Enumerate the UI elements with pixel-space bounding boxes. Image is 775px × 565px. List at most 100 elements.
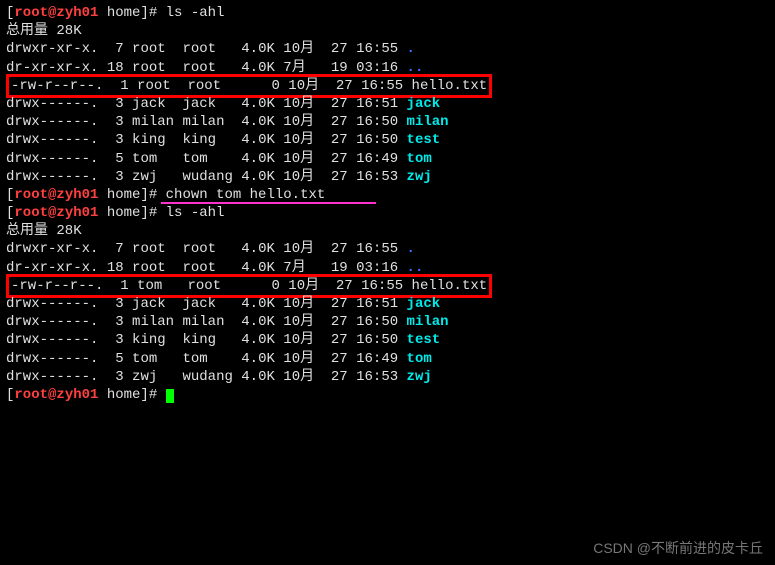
- file-name: jack: [407, 296, 441, 312]
- file-size: 4.0K: [241, 241, 283, 257]
- file-links: 3: [107, 369, 132, 385]
- file-size: 0: [246, 78, 288, 94]
- file-permissions: drwxr-xr-x.: [6, 241, 107, 257]
- file-month: 10月: [283, 241, 331, 257]
- file-owner: tom: [132, 151, 182, 167]
- file-day: 27: [331, 241, 356, 257]
- watermark: CSDN @不断前进的皮卡丘: [593, 539, 763, 557]
- prompt: [root@zyh01 home]#: [6, 205, 166, 221]
- file-time: 16:50: [356, 132, 406, 148]
- file-day: 27: [331, 114, 356, 130]
- file-owner: root: [137, 78, 187, 94]
- command-line: [root@zyh01 home]# ls -ahl: [6, 4, 769, 22]
- terminal[interactable]: [root@zyh01 home]# ls -ahl总用量 28Kdrwxr-x…: [0, 0, 775, 408]
- file-size: 4.0K: [241, 314, 283, 330]
- list-item-highlighted: -rw-r--r--. 1 tom root 0 10月 27 16:55 he…: [6, 277, 769, 295]
- file-name: milan: [407, 114, 449, 130]
- file-group: jack: [182, 96, 241, 112]
- file-time: 16:55: [361, 278, 411, 294]
- file-links: 3: [107, 114, 132, 130]
- file-permissions: drwx------.: [6, 369, 107, 385]
- file-permissions: drwx------.: [6, 151, 107, 167]
- file-owner: king: [132, 132, 182, 148]
- file-group: jack: [182, 296, 241, 312]
- file-time: 16:49: [356, 151, 406, 167]
- file-owner: zwj: [132, 369, 182, 385]
- file-time: 16:53: [356, 369, 406, 385]
- list-item: drwx------. 5 tom tom 4.0K 10月 27 16:49 …: [6, 350, 769, 368]
- file-permissions: drwx------.: [6, 314, 107, 330]
- file-month: 10月: [283, 369, 331, 385]
- file-links: 3: [107, 332, 132, 348]
- file-month: 10月: [283, 41, 331, 57]
- file-permissions: drwx------.: [6, 114, 107, 130]
- file-day: 27: [331, 314, 356, 330]
- file-name: .: [407, 241, 415, 257]
- file-name: hello.txt: [412, 78, 488, 94]
- file-group: root: [187, 278, 246, 294]
- file-size: 4.0K: [241, 132, 283, 148]
- list-item: drwxr-xr-x. 7 root root 4.0K 10月 27 16:5…: [6, 240, 769, 258]
- file-permissions: drwx------.: [6, 96, 107, 112]
- file-permissions: drwx------.: [6, 332, 107, 348]
- list-item: drwx------. 3 king king 4.0K 10月 27 16:5…: [6, 331, 769, 349]
- file-permissions: drwx------.: [6, 296, 107, 312]
- file-month: 10月: [283, 332, 331, 348]
- file-group: milan: [182, 314, 241, 330]
- file-month: 10月: [283, 96, 331, 112]
- file-name: tom: [407, 151, 432, 167]
- file-links: 1: [112, 78, 137, 94]
- file-day: 27: [331, 41, 356, 57]
- command-text: chown tom hello.txt: [166, 187, 326, 203]
- file-owner: root: [132, 241, 182, 257]
- file-group: root: [187, 78, 246, 94]
- file-day: 27: [331, 169, 356, 185]
- file-permissions: -rw-r--r--.: [11, 278, 112, 294]
- file-time: 16:51: [356, 296, 406, 312]
- list-item: drwx------. 3 milan milan 4.0K 10月 27 16…: [6, 113, 769, 131]
- file-owner: tom: [137, 278, 187, 294]
- file-owner: milan: [132, 314, 182, 330]
- file-name: hello.txt: [412, 278, 488, 294]
- file-group: wudang: [182, 369, 241, 385]
- file-time: 16:55: [361, 78, 411, 94]
- file-permissions: drwx------.: [6, 351, 107, 367]
- file-name: zwj: [407, 169, 432, 185]
- file-month: 10月: [283, 151, 331, 167]
- file-time: 16:51: [356, 96, 406, 112]
- prompt: [root@zyh01 home]#: [6, 187, 166, 203]
- file-size: 4.0K: [241, 169, 283, 185]
- command-line[interactable]: [root@zyh01 home]#: [6, 386, 769, 404]
- file-owner: milan: [132, 114, 182, 130]
- file-size: 4.0K: [241, 369, 283, 385]
- file-day: 27: [331, 132, 356, 148]
- file-name: milan: [407, 314, 449, 330]
- list-item-highlighted: -rw-r--r--. 1 root root 0 10月 27 16:55 h…: [6, 77, 769, 95]
- file-links: 5: [107, 151, 132, 167]
- file-links: 7: [107, 241, 132, 257]
- file-day: 27: [336, 278, 361, 294]
- list-item: drwx------. 3 milan milan 4.0K 10月 27 16…: [6, 313, 769, 331]
- file-owner: tom: [132, 351, 182, 367]
- file-name: zwj: [407, 369, 432, 385]
- file-links: 3: [107, 296, 132, 312]
- file-month: 10月: [283, 114, 331, 130]
- file-day: 27: [331, 96, 356, 112]
- file-month: 10月: [283, 169, 331, 185]
- file-time: 16:50: [356, 114, 406, 130]
- file-name: test: [407, 332, 441, 348]
- file-size: 4.0K: [241, 114, 283, 130]
- file-links: 3: [107, 169, 132, 185]
- file-name: tom: [407, 351, 432, 367]
- prompt: [root@zyh01 home]#: [6, 387, 166, 403]
- file-permissions: drwx------.: [6, 169, 107, 185]
- summary-line: 总用量 28K: [6, 22, 769, 40]
- file-permissions: drwx------.: [6, 132, 107, 148]
- file-size: 4.0K: [241, 351, 283, 367]
- file-month: 10月: [283, 132, 331, 148]
- file-group: root: [182, 241, 241, 257]
- file-group: king: [182, 132, 241, 148]
- file-month: 10月: [283, 314, 331, 330]
- list-item: drwxr-xr-x. 7 root root 4.0K 10月 27 16:5…: [6, 40, 769, 58]
- file-links: 3: [107, 96, 132, 112]
